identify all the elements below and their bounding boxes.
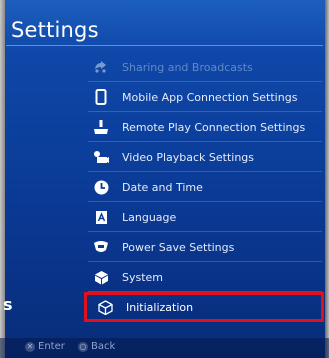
cropped-text-fragment: s (3, 295, 13, 314)
power-save-icon (93, 239, 109, 255)
menu-item-initialization[interactable]: Initialization (84, 292, 324, 322)
smartphone-icon (93, 89, 109, 105)
film-icon (93, 149, 109, 165)
menu-item-language[interactable]: Language (80, 202, 322, 232)
back-hint: ○ Back (78, 341, 115, 352)
menu-item-label: Date and Time (122, 180, 203, 194)
menu-item-system[interactable]: System (80, 262, 322, 292)
menu-item-remote-play[interactable]: Remote Play Connection Settings (80, 112, 322, 142)
initialization-icon (97, 299, 113, 315)
settings-screen: Settings Sharing and Broadcasts Mobile A… (0, 0, 329, 358)
language-icon (93, 209, 109, 225)
menu-item-label: Mobile App Connection Settings (122, 90, 298, 104)
title-divider (6, 45, 323, 46)
enter-hint: ✕ Enter (25, 341, 65, 352)
menu-item-label: Video Playback Settings (122, 150, 255, 164)
tv-bezel-right (325, 0, 329, 358)
menu-item-mobile-app[interactable]: Mobile App Connection Settings (80, 82, 322, 112)
menu-item-label: Initialization (126, 300, 194, 314)
cross-button-icon: ✕ (25, 341, 35, 352)
remote-play-icon (93, 119, 109, 135)
menu-item-label: Remote Play Connection Settings (122, 120, 306, 134)
menu-item-label: System (122, 270, 164, 284)
cube-icon (93, 269, 109, 285)
back-hint-label: Back (91, 341, 116, 352)
menu-item-label: Language (122, 210, 177, 224)
menu-item-date-time[interactable]: Date and Time (80, 172, 322, 202)
menu-item-power-save[interactable]: Power Save Settings (80, 232, 322, 262)
menu-item-sharing[interactable]: Sharing and Broadcasts (80, 52, 322, 82)
page-title: Settings (11, 18, 99, 42)
share-icon (93, 59, 109, 75)
menu-item-label: Power Save Settings (122, 240, 235, 254)
enter-hint-label: Enter (38, 341, 65, 352)
clock-icon (93, 179, 109, 195)
button-guide-bar: ✕ Enter ○ Back (0, 338, 329, 358)
circle-button-icon: ○ (78, 341, 88, 352)
menu-item-label: Sharing and Broadcasts (122, 60, 253, 74)
menu-item-video-playback[interactable]: Video Playback Settings (80, 142, 322, 172)
